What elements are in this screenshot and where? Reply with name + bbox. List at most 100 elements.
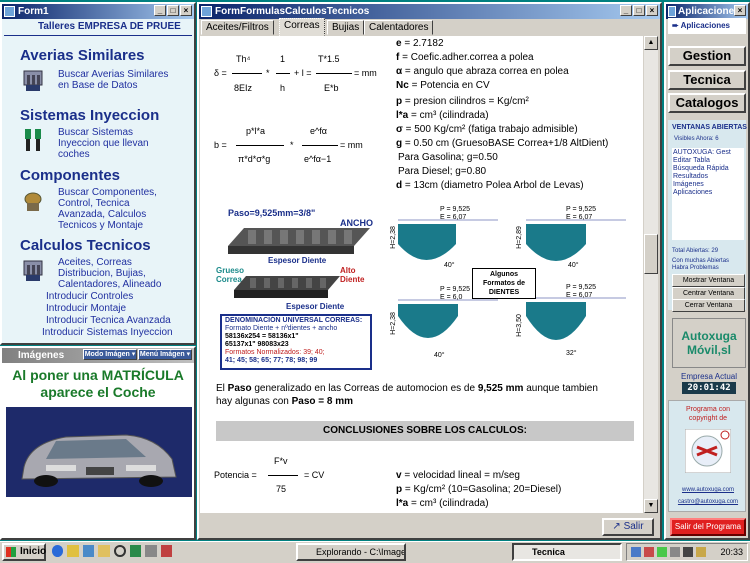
folder-icon[interactable] <box>98 545 110 557</box>
salir-button[interactable]: ↗ Salir <box>602 518 654 536</box>
window-list-item[interactable]: Imágenes <box>673 181 743 189</box>
window-list-item[interactable]: AUTOXUGA: Gest <box>673 149 743 157</box>
eq1-op2: + l = <box>294 68 312 78</box>
link-componentes-1[interactable]: Buscar Componentes, <box>58 187 157 198</box>
link-averias-2[interactable]: en Base de Datos <box>58 80 138 91</box>
modo-imagen-menu[interactable]: Modo Imágen ▾ <box>83 349 137 360</box>
doc-scrollbar[interactable]: ▲ ▼ <box>644 36 658 513</box>
network-icon[interactable] <box>145 545 157 557</box>
eq1-bar3 <box>316 73 352 74</box>
maximize-button[interactable]: □ <box>633 5 645 16</box>
window-list-item[interactable]: Editar Tabla <box>673 157 743 165</box>
section-inyeccion-title[interactable]: Sistemas Inyeccion <box>20 107 159 124</box>
eq2-lhs: b = <box>214 140 227 150</box>
tecnica-button[interactable]: Tecnica <box>668 70 746 90</box>
imagenes-titlebar[interactable]: Imágenes Modo Imágen ▾ Menú Imágen ▾ <box>2 348 194 363</box>
ie-icon[interactable] <box>52 545 64 557</box>
link-averias-1[interactable]: Buscar Averias Similares <box>58 69 168 80</box>
aplicaciones-titlebar[interactable]: Aplicaciones × <box>666 4 748 19</box>
media-icon[interactable] <box>129 545 142 557</box>
alto-label: Alto Diente <box>340 266 365 284</box>
scroll-thumb[interactable] <box>644 234 658 274</box>
link-componentes-2[interactable]: Control, Tecnica <box>58 198 130 209</box>
eq1-op1: * <box>266 68 270 78</box>
link-inyeccion-2[interactable]: Inyeccion que llevan <box>58 138 149 149</box>
minimize-button[interactable]: _ <box>154 5 166 16</box>
section-componentes-title[interactable]: Componentes <box>20 167 120 184</box>
link-inyeccion-1[interactable]: Buscar Sistemas <box>58 127 133 138</box>
mostrar-ventana-button[interactable]: Mostrar Ventana <box>672 274 745 287</box>
form1-titlebar[interactable]: Form1 _ □ × <box>2 4 194 19</box>
close-button[interactable]: × <box>646 5 658 16</box>
mail-link[interactable]: castro@autoxuga.com <box>671 499 745 505</box>
taskbar-tecnica[interactable]: Tecnica <box>512 543 622 561</box>
clock[interactable]: 20:33 <box>720 547 743 557</box>
tab-bujias[interactable]: Bujias <box>327 20 365 35</box>
link-componentes-4[interactable]: Tecnicos y Montaje <box>58 220 143 231</box>
tray-icon[interactable] <box>696 547 706 557</box>
def2-row: p = Kg/cm² (10=Gasolina; 20=Diesel) <box>396 484 562 495</box>
window-list-item[interactable]: Resultados <box>673 173 743 181</box>
window-list-item[interactable]: Búsqueda Rápida <box>673 165 743 173</box>
profile4-angle: 32° <box>566 350 577 357</box>
link-calculos-1[interactable]: Aceites, Correas <box>58 257 132 268</box>
salir-programa-button[interactable]: Salir del Programa <box>670 518 746 536</box>
close-button[interactable]: × <box>734 5 746 16</box>
tab-calentadores[interactable]: Calentadores <box>364 20 434 35</box>
minimize-button[interactable]: _ <box>620 5 632 16</box>
window-list-item[interactable]: Aplicaciones <box>673 189 743 197</box>
profile2-e: E = 6,07 <box>566 214 593 221</box>
window-list[interactable]: AUTOXUGA: Gest Editar Tabla Búsqueda Ráp… <box>672 148 744 240</box>
taskbar-explorando[interactable]: Explorando - C:\Imagen... <box>296 543 406 561</box>
link-introducir-controles[interactable]: Introducir Controles <box>46 291 133 302</box>
tray-icon[interactable] <box>670 547 680 557</box>
aplicaciones-header[interactable]: ➨ Aplicaciones <box>668 18 746 34</box>
link-inyeccion-3[interactable]: coches <box>58 149 90 160</box>
catalogos-button[interactable]: Catalogos <box>668 93 746 113</box>
desktop-icon[interactable] <box>82 545 95 557</box>
injector-icon <box>25 129 41 151</box>
copyright-panel: Programa con copyright de www.autoxuga.c… <box>668 400 746 512</box>
start-button[interactable]: Inicio <box>2 543 46 561</box>
aviso-text: Con muchas Abiertas Habra Problemas <box>672 258 730 271</box>
tray-icon[interactable] <box>631 547 641 557</box>
scroll-down-arrow[interactable]: ▼ <box>644 499 658 513</box>
app-icon[interactable] <box>160 545 173 557</box>
gestion-button[interactable]: Gestion <box>668 46 746 66</box>
web-link[interactable]: www.autoxuga.com <box>673 487 743 493</box>
section-calculos-title[interactable]: Calculos Tecnicos <box>20 237 151 254</box>
formulas-titlebar[interactable]: FormFormulasCalculosTecnicos _ □ × <box>199 4 660 19</box>
search-icon[interactable] <box>113 545 126 557</box>
def-row: g = 0.50 cm (GruesoBASE Correa+1/8 AltDi… <box>396 138 609 149</box>
denom-ex1: 58136x254 = 58136x1" <box>225 333 299 340</box>
close-button[interactable]: × <box>180 5 192 16</box>
conclusiones-banner: CONCLUSIONES SOBRE LOS CALCULOS: <box>216 421 634 441</box>
tray-icon[interactable] <box>644 547 654 557</box>
form-icon <box>668 6 676 17</box>
link-calculos-2[interactable]: Distribucion, Bujias, <box>58 268 146 279</box>
profile1-e: E = 6,07 <box>440 214 467 221</box>
tray-icon[interactable] <box>657 547 667 557</box>
tab-correas[interactable]: Correas <box>279 18 325 36</box>
paso-label: Paso=9,525mm=3/8" <box>228 208 316 218</box>
eq1-bar1 <box>232 73 262 74</box>
link-calculos-3[interactable]: Calentadores, Alineado <box>58 279 161 290</box>
denom-norm: Formatos Normalizados: 39; 40; <box>225 349 325 356</box>
link-introducir-montaje[interactable]: Introducir Montaje <box>46 303 126 314</box>
eq3-unit: = CV <box>304 470 325 480</box>
link-componentes-3[interactable]: Avanzada, Calculos <box>58 209 146 220</box>
scroll-up-arrow[interactable]: ▲ <box>644 36 658 50</box>
section-averias-title[interactable]: Averias Similares <box>20 47 145 64</box>
link-introducir-sistemas[interactable]: Introducir Sistemas Inyeccion <box>42 327 173 338</box>
menu-imagen-menu[interactable]: Menú Imágen ▾ <box>138 349 192 360</box>
eq3-num: F*v <box>274 456 288 466</box>
maximize-button[interactable]: □ <box>167 5 179 16</box>
eq2-bar2 <box>302 145 338 146</box>
link-introducir-tecnica[interactable]: Introducir Tecnica Avanzada <box>46 315 171 326</box>
formulas-document: δ = Th⁴ 8EIz * 1 h + l = T*1.5 E*b = mm … <box>200 36 643 513</box>
tab-aceites-filtros[interactable]: Aceites/Filtros <box>201 20 274 35</box>
outlook-icon[interactable] <box>67 545 79 557</box>
volume-icon[interactable] <box>683 547 693 557</box>
cerrar-ventana-button[interactable]: Cerrar Ventana <box>672 299 745 312</box>
profile3-h: H=2,38 <box>389 312 397 335</box>
